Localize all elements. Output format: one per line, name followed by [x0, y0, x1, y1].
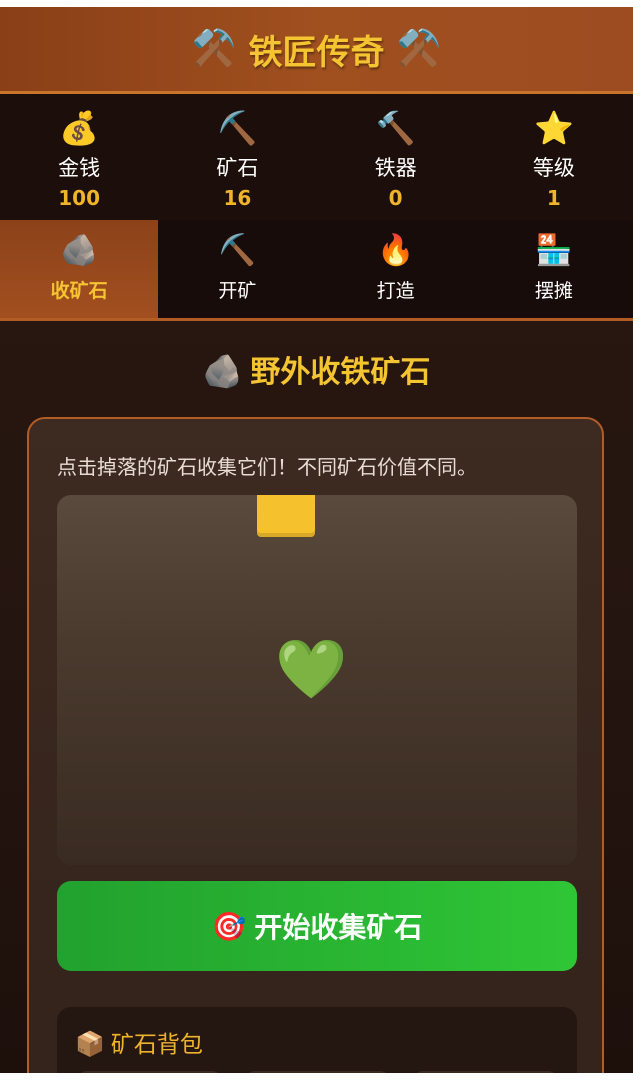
tab-label: 摆摊	[534, 280, 573, 302]
start-collect-button[interactable]: 🎯 开始收集矿石	[57, 881, 577, 971]
tab-forge[interactable]: 🔥 打造	[317, 220, 475, 318]
tab-label: 收矿石	[50, 280, 108, 302]
target-icon: 🎯	[211, 909, 247, 943]
stat-value: 100	[58, 186, 100, 210]
stat-value: 16	[223, 186, 252, 210]
game-app: ⚒️ 铁匠传奇 ⚒️ 💰 金钱 100 ⛏️ 矿石 16 🔨 铁器 0 ⭐ 等级…	[0, 7, 633, 1073]
stat-label: 金钱	[58, 156, 101, 180]
hammer-pick-icon: ⚒️	[191, 28, 237, 69]
package-icon: 📦	[75, 1030, 105, 1058]
backpack-slot[interactable]	[413, 1071, 558, 1073]
pickaxe-icon: ⛏️	[217, 109, 258, 147]
stat-label: 铁器	[374, 156, 417, 180]
hammer-pick-icon: ⚒️	[396, 28, 442, 69]
start-collect-label: 开始收集矿石	[254, 911, 423, 944]
green-heart-icon[interactable]: 💚	[275, 640, 347, 698]
stat-value: 1	[546, 186, 561, 210]
backpack-slot[interactable]	[245, 1071, 390, 1073]
tab-label: 开矿	[218, 280, 257, 302]
backpack-title-text: 矿石背包	[110, 1032, 203, 1058]
rock-icon: 🪨	[60, 233, 98, 268]
stat-label: 矿石	[216, 156, 259, 180]
stat-ore: ⛏️ 矿石 16	[158, 94, 316, 220]
stat-money: 💰 金钱 100	[0, 94, 158, 220]
money-bag-icon: 💰	[59, 109, 100, 147]
falling-gold-ore[interactable]	[257, 495, 315, 537]
ore-backpack: 📦 矿石背包	[57, 1007, 577, 1073]
rock-icon: 🪨	[202, 352, 243, 390]
section-title-text: 野外收铁矿石	[250, 355, 431, 390]
fire-icon: 🔥	[376, 233, 415, 268]
tab-bar: 🪨 收矿石 ⛏️ 开矿 🔥 打造 🏪 摆摊	[0, 220, 633, 321]
tab-label: 打造	[376, 280, 415, 302]
pickaxe-icon: ⛏️	[218, 233, 257, 268]
stat-level: ⭐ 等级 1	[475, 94, 633, 220]
ore-drop-field[interactable]: 💚	[57, 495, 577, 865]
backpack-title: 📦 矿石背包	[75, 1025, 203, 1059]
collect-panel: 点击掉落的矿石收集它们！不同矿石价值不同。 💚 🎯 开始收集矿石 📦 矿石背包	[27, 417, 604, 1073]
instructions-text: 点击掉落的矿石收集它们！不同矿石价值不同。	[57, 455, 477, 479]
star-icon: ⭐	[533, 109, 574, 147]
stats-bar: 💰 金钱 100 ⛏️ 矿石 16 🔨 铁器 0 ⭐ 等级 1	[0, 94, 633, 220]
game-title: 铁匠传奇	[248, 32, 385, 73]
backpack-slot[interactable]	[77, 1071, 222, 1073]
tab-collect-ore[interactable]: 🪨 收矿石	[0, 220, 159, 318]
tab-mining[interactable]: ⛏️ 开矿	[158, 220, 316, 318]
tab-stall[interactable]: 🏪 摆摊	[475, 220, 633, 318]
store-icon: 🏪	[535, 233, 573, 268]
title-bar: ⚒️ 铁匠传奇 ⚒️	[0, 7, 633, 94]
stat-value: 0	[388, 186, 403, 210]
hammer-icon: 🔨	[375, 109, 416, 147]
section-heading: 🪨 野外收铁矿石	[0, 347, 633, 391]
stat-label: 等级	[532, 156, 575, 180]
stat-ironware: 🔨 铁器 0	[317, 94, 475, 220]
